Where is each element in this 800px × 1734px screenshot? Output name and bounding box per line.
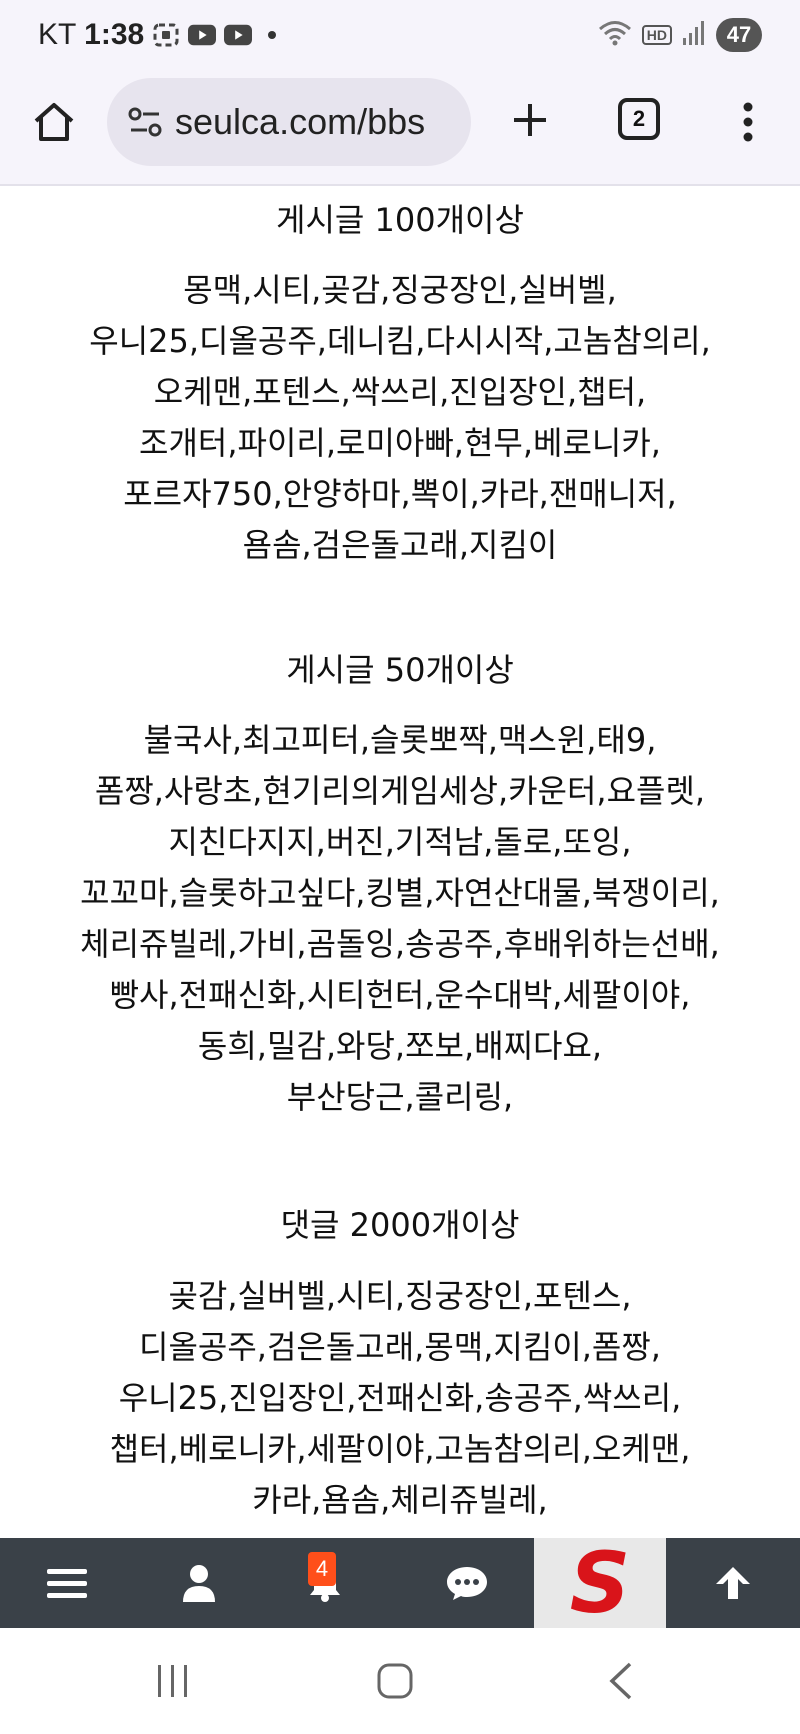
carrier-time: KT 1:38 — [38, 18, 144, 52]
site-logo-button[interactable]: S — [534, 1538, 666, 1628]
home-circle-icon — [377, 1663, 413, 1699]
member-line: 지친다지지,버진,기적남,돌로,또잉, — [168, 823, 632, 861]
browser-toolbar: seulca.com/bbs 2 — [0, 72, 800, 186]
more-notifications-dot — [268, 31, 276, 39]
member-line: 카라,욤솜,체리쥬빌레, — [252, 1481, 548, 1519]
youtube-icon-2 — [224, 22, 252, 48]
page-content: 게시글 100개이상 몽맥,시티,곶감,징궁장인,실버벨, 우니25,디올공주,… — [0, 186, 800, 1538]
arrow-up-icon — [716, 1567, 750, 1599]
system-status-icons: HD 47 — [598, 18, 762, 52]
kebab-menu-icon — [743, 102, 753, 142]
member-line: 폼짱,사랑초,현기리의게임세상,카운터,요플렛, — [94, 772, 706, 810]
back-icon — [609, 1662, 632, 1700]
section-title: 게시글 100개이상 — [276, 201, 524, 239]
member-line: 욤솜,검은돌고래,지킴이 — [242, 526, 558, 564]
member-line: 포르자750,안양하마,뽁이,카라,잰매니저, — [123, 475, 677, 513]
plus-icon — [514, 104, 546, 136]
member-line: 챕터,베로니카,세팔이야,고놈참의리,오케맨, — [109, 1430, 691, 1468]
chat-icon — [447, 1567, 487, 1600]
chat-button[interactable] — [428, 1538, 506, 1628]
member-line: 꼬꼬마,슬롯하고싶다,킹별,자연산대물,북쟁이리, — [80, 874, 720, 912]
wifi-icon — [598, 19, 632, 51]
recents-button[interactable] — [148, 1658, 198, 1704]
user-icon — [183, 1565, 215, 1602]
notification-icons — [152, 22, 276, 48]
member-line: 동희,밀감,와당,쪼보,배찌다요, — [197, 1027, 603, 1065]
scroll-top-button[interactable] — [694, 1538, 772, 1628]
member-line: 몽맥,시티,곶감,징궁장인,실버벨, — [183, 271, 617, 309]
url-text[interactable]: seulca.com/bbs — [175, 101, 465, 143]
member-line: 디올공주,검은돌고래,몽맥,지킴이,폼짱, — [139, 1328, 661, 1366]
address-bar[interactable]: seulca.com/bbs — [107, 78, 471, 166]
member-list: 몽맥,시티,곶감,징궁장인,실버벨, 우니25,디올공주,데니킴,다시시작,고놈… — [0, 265, 800, 571]
screenshot-icon — [152, 22, 180, 48]
tab-switcher-button[interactable]: 2 — [618, 98, 660, 140]
browser-menu-button[interactable] — [728, 96, 768, 148]
youtube-icon — [188, 22, 216, 48]
svg-text:S: S — [570, 1544, 631, 1622]
clock: 1:38 — [84, 18, 145, 51]
signal-icon — [682, 20, 706, 50]
member-line: 오케맨,포텐스,싹쓰리,진입장인,챕터, — [153, 373, 647, 411]
member-line: 조개터,파이리,로미아빠,현무,베로니카, — [139, 424, 661, 462]
notification-badge: 4 — [308, 1552, 336, 1586]
site-bottom-nav: 4 S — [0, 1538, 800, 1628]
menu-button[interactable] — [28, 1538, 106, 1628]
member-line: 불국사,최고피터,슬롯뽀짝,맥스윈,태9, — [143, 721, 657, 759]
site-logo: S — [570, 1544, 631, 1622]
ranking-section: 댓글 2000개이상 — [0, 1205, 800, 1245]
member-line: 부산당근,콜리링, — [286, 1078, 514, 1116]
member-line: 곶감,실버벨,시티,징궁장인,포텐스, — [168, 1277, 632, 1315]
battery-icon: 47 — [716, 18, 762, 52]
member-line: 우니25,진입장인,전패신화,송공주,싹쓰리, — [118, 1379, 682, 1417]
system-nav-bar — [0, 1628, 800, 1734]
home-nav-button[interactable] — [370, 1656, 420, 1706]
back-button[interactable] — [598, 1658, 642, 1704]
section-title: 댓글 2000개이상 — [280, 1206, 520, 1244]
section-title: 게시글 50개이상 — [286, 651, 514, 689]
member-list: 곶감,실버벨,시티,징궁장인,포텐스, 디올공주,검은돌고래,몽맥,지킴이,폼짱… — [0, 1271, 800, 1526]
hamburger-icon — [47, 1569, 87, 1598]
profile-button[interactable] — [160, 1538, 238, 1628]
carrier-label: KT — [38, 18, 76, 51]
site-settings-icon[interactable] — [125, 102, 165, 142]
recents-icon — [158, 1665, 187, 1697]
ranking-section: 게시글 50개이상 — [0, 650, 800, 690]
new-tab-button[interactable] — [504, 94, 556, 146]
hd-voice-icon: HD — [641, 25, 672, 45]
member-list: 불국사,최고피터,슬롯뽀짝,맥스윈,태9, 폼짱,사랑초,현기리의게임세상,카운… — [0, 715, 800, 1123]
member-line: 빵사,전패신화,시티헌터,운수대박,세팔이야, — [109, 976, 691, 1014]
home-button[interactable] — [28, 96, 80, 148]
member-line: 체리쥬빌레,가비,곰돌잉,송공주,후배위하는선배, — [80, 925, 720, 963]
home-icon — [34, 103, 74, 141]
ranking-section: 게시글 100개이상 — [0, 200, 800, 240]
member-line: 우니25,디올공주,데니킴,다시시작,고놈참의리, — [89, 322, 711, 360]
status-bar: KT 1:38 HD 47 — [0, 0, 800, 72]
